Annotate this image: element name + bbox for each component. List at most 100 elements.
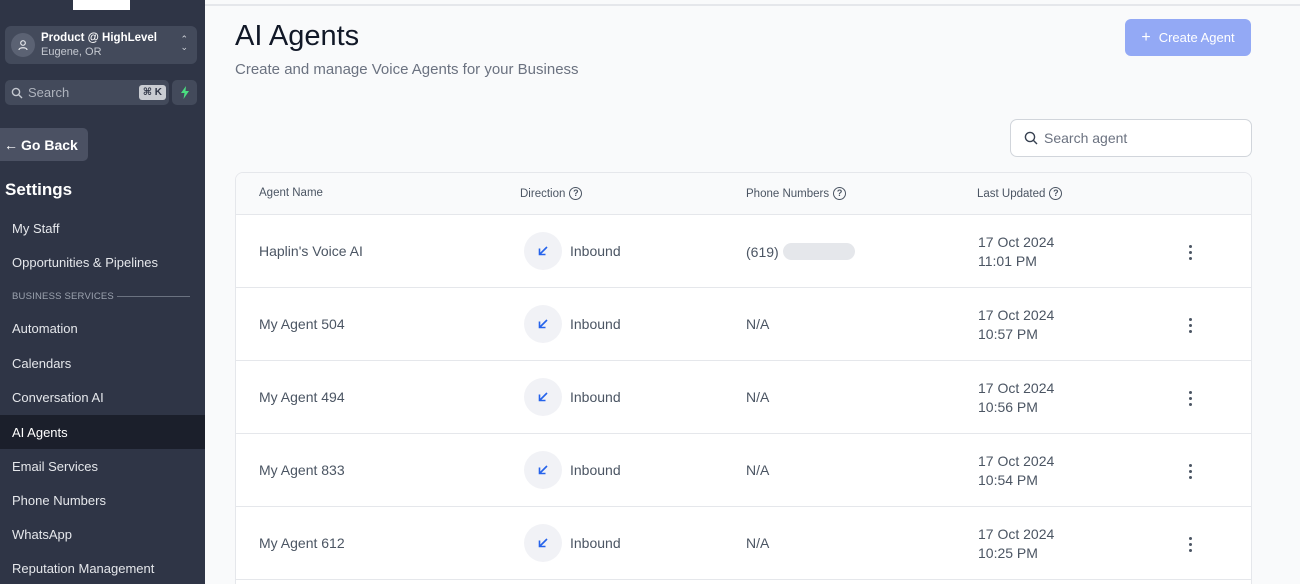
bolt-icon bbox=[180, 86, 189, 99]
sidebar-item-label: My Staff bbox=[12, 220, 60, 236]
more-options-icon[interactable] bbox=[1183, 534, 1197, 554]
phone-number: N/A bbox=[746, 389, 770, 405]
table-row[interactable]: My Agent 504 Inbound N/A 17 Oct 2024 10:… bbox=[236, 288, 1251, 361]
sidebar-item-label: Conversation AI bbox=[12, 389, 104, 405]
help-icon[interactable]: ? bbox=[833, 187, 847, 200]
updated-date: 17 Oct 2024 bbox=[978, 234, 1055, 250]
more-options-icon[interactable] bbox=[1183, 461, 1197, 481]
column-label: Last Updated bbox=[977, 187, 1046, 200]
more-options-icon[interactable] bbox=[1183, 388, 1197, 408]
phone-cell: N/A bbox=[746, 316, 769, 332]
sidebar-item-email-services[interactable]: Email Services bbox=[0, 449, 205, 483]
sidebar-item-phone-numbers[interactable]: Phone Numbers bbox=[0, 483, 205, 517]
help-icon[interactable]: ? bbox=[569, 187, 583, 200]
inbound-arrow-icon bbox=[524, 378, 562, 416]
section-label: BUSINESS SERVICES bbox=[12, 291, 114, 302]
column-header-phone-numbers[interactable]: Phone Numbers? bbox=[746, 187, 847, 200]
updated-time: 10:56 PM bbox=[978, 399, 1038, 415]
direction-cell: Inbound bbox=[524, 232, 621, 270]
sidebar-item-my-staff[interactable]: My Staff bbox=[0, 211, 205, 245]
phone-number: N/A bbox=[746, 316, 770, 332]
redacted-phone bbox=[782, 243, 855, 260]
page-subtitle: Create and manage Voice Agents for your … bbox=[235, 61, 579, 78]
page-title: AI Agents bbox=[235, 20, 360, 52]
help-icon[interactable]: ? bbox=[1049, 187, 1063, 200]
sidebar-search[interactable]: Search ⌘ K bbox=[5, 80, 169, 105]
more-options-icon[interactable] bbox=[1183, 242, 1197, 262]
inbound-arrow-icon bbox=[524, 305, 562, 343]
direction-cell: Inbound bbox=[524, 378, 621, 416]
agent-name: My Agent 612 bbox=[259, 535, 345, 551]
table-row[interactable]: Haplin's Voice AI Inbound (619) 17 Oct 2… bbox=[236, 215, 1251, 288]
phone-cell: N/A bbox=[746, 389, 769, 405]
arrow-left-icon: ← bbox=[4, 136, 18, 153]
more-options-icon[interactable] bbox=[1183, 315, 1197, 335]
sidebar-item-label: Email Services bbox=[12, 458, 98, 474]
sidebar-item-reputation-management[interactable]: Reputation Management bbox=[0, 551, 205, 584]
updated-date: 17 Oct 2024 bbox=[978, 307, 1055, 323]
search-icon bbox=[11, 87, 23, 98]
create-agent-button[interactable]: + Create Agent bbox=[1125, 19, 1251, 56]
direction-label: Inbound bbox=[570, 316, 621, 332]
column-header-last-updated[interactable]: Last Updated? bbox=[977, 187, 1063, 200]
phone-cell: (619) bbox=[746, 243, 855, 260]
sidebar-item-label: AI Agents bbox=[12, 424, 68, 440]
go-back-label: Go Back bbox=[21, 136, 78, 153]
sidebar-item-label: Opportunities & Pipelines bbox=[12, 254, 158, 270]
top-border bbox=[205, 4, 1300, 6]
agent-name: My Agent 494 bbox=[259, 389, 345, 405]
sidebar-item-label: Reputation Management bbox=[12, 560, 155, 576]
last-updated-cell: 17 Oct 2024 10:54 PM bbox=[978, 452, 1054, 490]
column-header-agent-name[interactable]: Agent Name bbox=[259, 187, 323, 199]
agent-search-input[interactable]: Search agent bbox=[1010, 119, 1252, 157]
inbound-arrow-icon bbox=[524, 451, 562, 489]
column-label: Direction bbox=[520, 187, 566, 200]
settings-title: Settings bbox=[5, 180, 73, 199]
updated-time: 11:01 PM bbox=[978, 253, 1037, 269]
column-header-direction[interactable]: Direction? bbox=[520, 187, 583, 200]
phone-cell: N/A bbox=[746, 462, 769, 478]
sidebar: Product @ HighLevel Eugene, OR ⌃ ⌄ Search… bbox=[0, 0, 205, 584]
section-divider bbox=[117, 296, 190, 297]
sidebar-item-label: Phone Numbers bbox=[12, 492, 106, 508]
sidebar-item-automation[interactable]: Automation bbox=[0, 311, 205, 345]
agent-search-placeholder: Search agent bbox=[1044, 130, 1128, 146]
last-updated-cell: 17 Oct 2024 10:56 PM bbox=[978, 379, 1054, 417]
column-label: Agent Name bbox=[259, 187, 323, 199]
location-icon bbox=[11, 33, 35, 57]
sidebar-item-conversation-ai[interactable]: Conversation AI bbox=[0, 380, 205, 414]
updated-date: 17 Oct 2024 bbox=[978, 526, 1055, 542]
inbound-arrow-icon bbox=[524, 232, 562, 270]
sidebar-item-label: Calendars bbox=[12, 355, 72, 371]
updated-time: 10:57 PM bbox=[978, 326, 1038, 342]
create-agent-label: Create Agent bbox=[1158, 30, 1235, 45]
account-location: Eugene, OR bbox=[41, 46, 102, 58]
phone-number: (619) bbox=[746, 243, 779, 260]
go-back-button[interactable]: ← Go Back bbox=[0, 128, 88, 161]
top-notch bbox=[73, 0, 130, 10]
table-row[interactable]: My Agent 833 Inbound N/A 17 Oct 2024 10:… bbox=[236, 434, 1251, 507]
last-updated-cell: 17 Oct 2024 11:01 PM bbox=[978, 233, 1054, 271]
direction-label: Inbound bbox=[570, 462, 621, 478]
sidebar-item-ai-agents[interactable]: AI Agents bbox=[0, 415, 205, 449]
sidebar-item-calendars[interactable]: Calendars bbox=[0, 346, 205, 380]
agents-table: Agent Name Direction? Phone Numbers? Las… bbox=[235, 172, 1252, 584]
table-row[interactable]: My Agent 494 Inbound N/A 17 Oct 2024 10:… bbox=[236, 361, 1251, 434]
table-row[interactable]: My Agent 612 Inbound N/A 17 Oct 2024 10:… bbox=[236, 507, 1251, 580]
account-switcher[interactable]: Product @ HighLevel Eugene, OR ⌃ ⌄ bbox=[5, 26, 197, 64]
search-label: Search bbox=[28, 85, 70, 100]
sidebar-item-opportunities[interactable]: Opportunities & Pipelines bbox=[0, 245, 205, 279]
column-label: Phone Numbers bbox=[746, 187, 830, 200]
last-updated-cell: 17 Oct 2024 10:25 PM bbox=[978, 525, 1054, 563]
direction-label: Inbound bbox=[570, 535, 621, 551]
quick-action-button[interactable] bbox=[172, 80, 197, 105]
agent-name: My Agent 504 bbox=[259, 316, 345, 332]
updated-time: 10:25 PM bbox=[978, 545, 1038, 561]
phone-cell: N/A bbox=[746, 535, 769, 551]
sidebar-item-whatsapp[interactable]: WhatsApp bbox=[0, 517, 205, 551]
last-updated-cell: 17 Oct 2024 10:57 PM bbox=[978, 306, 1054, 344]
agent-name: Haplin's Voice AI bbox=[259, 243, 363, 259]
agent-name: My Agent 833 bbox=[259, 462, 345, 478]
updated-time: 10:54 PM bbox=[978, 472, 1038, 488]
account-name: Product @ HighLevel bbox=[41, 32, 158, 44]
